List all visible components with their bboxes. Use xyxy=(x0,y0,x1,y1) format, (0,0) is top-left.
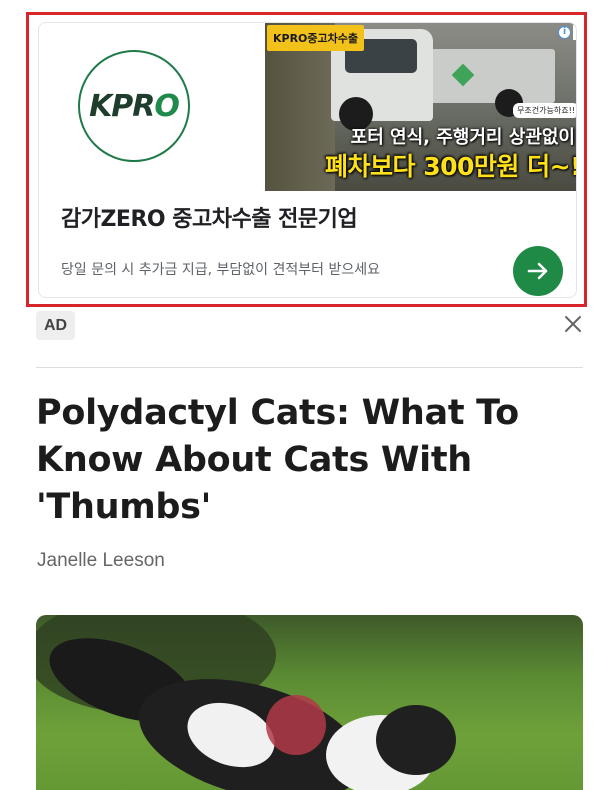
ad-card[interactable]: KPRO KPRO중고차수출 무조건가능하죠!! 포터 연식, 주행거리 상관없… xyxy=(38,22,577,298)
logo-text-main: KPR xyxy=(89,88,155,124)
ad-title[interactable]: 감가ZERO 중고차수출 전문기업 xyxy=(61,201,358,233)
close-ad-button[interactable] xyxy=(563,314,583,334)
ad-frame: KPRO KPRO중고차수출 무조건가능하죠!! 포터 연식, 주행거리 상관없… xyxy=(26,12,587,307)
ad-info-icon[interactable]: i xyxy=(558,26,571,39)
article-author[interactable]: Janelle Leeson xyxy=(37,550,165,572)
divider xyxy=(36,367,583,368)
ad-image[interactable]: KPRO중고차수출 무조건가능하죠!! 포터 연식, 주행거리 상관없이 폐차보… xyxy=(265,23,577,191)
cat-head xyxy=(376,705,456,775)
ad-menu-icon[interactable]: ⋮ xyxy=(573,25,576,40)
ad-image-headline: 포터 연식, 주행거리 상관없이 xyxy=(350,127,575,148)
ad-badge: AD xyxy=(36,311,75,340)
close-icon xyxy=(565,316,581,332)
logo-text-o: O xyxy=(154,88,179,124)
article-title: Polydactyl Cats: What To Know About Cats… xyxy=(36,393,519,527)
cat-harness xyxy=(266,695,326,755)
ad-description: 당일 문의 시 추가금 지급, 부담없이 견적부터 받으세요 xyxy=(61,262,380,278)
ad-cta-button[interactable] xyxy=(513,246,563,296)
ad-image-headline-highlight: 폐차보다 300만원 더~! xyxy=(325,152,577,181)
ad-image-tag: KPRO중고차수출 xyxy=(267,25,365,51)
ad-image-sticker: 무조건가능하죠!! xyxy=(513,103,576,118)
truck-bed xyxy=(425,49,555,103)
ad-choices[interactable]: i ⋮ xyxy=(558,25,576,40)
arrow-right-icon xyxy=(527,262,548,280)
kpro-logo: KPRO xyxy=(78,50,190,162)
article-hero-image xyxy=(36,615,583,790)
